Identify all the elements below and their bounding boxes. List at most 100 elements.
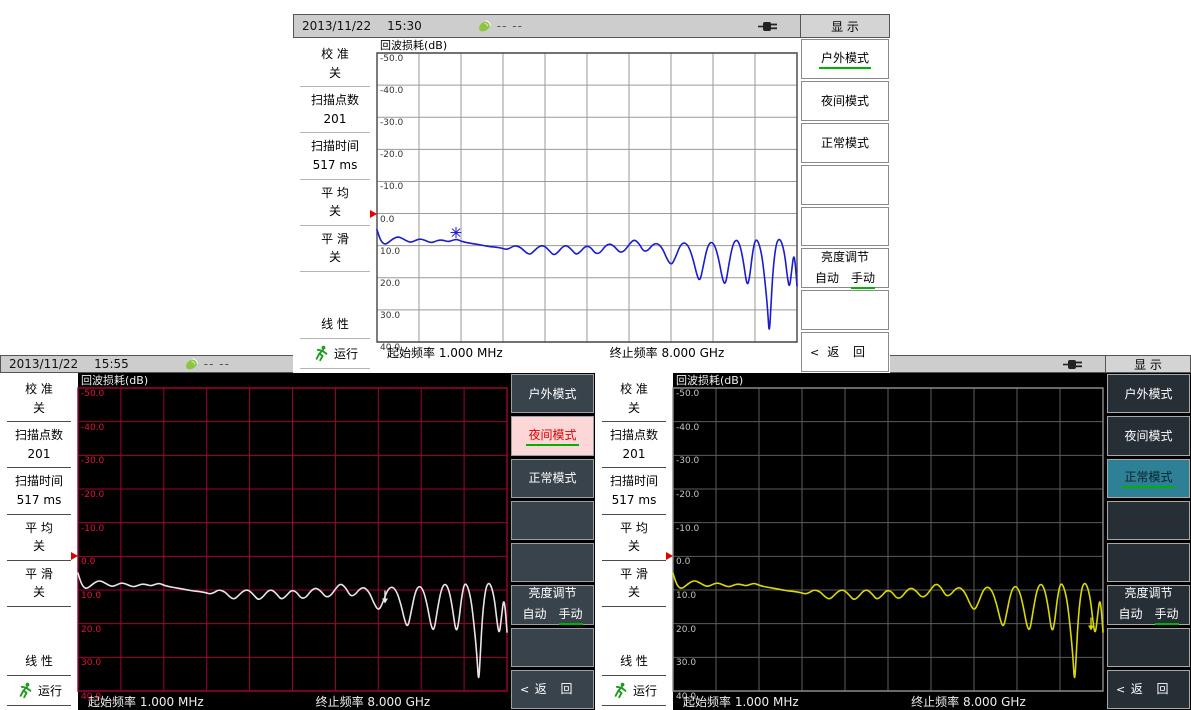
- back-button[interactable]: <返 回: [511, 670, 594, 709]
- brightness-option-manual[interactable]: 手动: [1155, 605, 1179, 625]
- status-sidebar: 校 准关扫描点数201扫描时间517 ms平 均关平 滑关线 性运行: [293, 38, 377, 373]
- brightness-option-auto[interactable]: 自动: [522, 605, 546, 625]
- chart-title: 回波损耗(dB): [673, 373, 1106, 388]
- back-button[interactable]: <返 回: [1107, 670, 1190, 709]
- sidebar-divider: [602, 705, 666, 706]
- outdoor-mode-button[interactable]: 户外模式: [1107, 374, 1190, 413]
- brightness-option-auto[interactable]: 自动: [815, 269, 839, 289]
- screenshot-collage: 2013/11/22 15:30 -- -- 显 示 校 准关扫描点数201扫描…: [0, 0, 1191, 710]
- sidebar-divider: [7, 467, 71, 468]
- chart-canvas: [377, 53, 797, 342]
- normal-mode-button[interactable]: 正常模式: [511, 459, 594, 498]
- sidebar-divider: [300, 132, 370, 133]
- back-label: 返 回: [1125, 680, 1179, 698]
- sidebar-item-sweep-points: 扫描点数201: [293, 91, 377, 128]
- sidebar-item-value: 关: [595, 399, 673, 418]
- start-frequency-label: 起始频率 1.000 MHz: [387, 344, 503, 361]
- sidebar-divider: [7, 675, 71, 676]
- sidebar-divider: [300, 271, 370, 272]
- sidebar-item-label: 扫描时间: [0, 472, 78, 491]
- brightness-option-manual[interactable]: 手动: [851, 269, 875, 289]
- outdoor-mode-button[interactable]: 户外模式: [801, 39, 889, 79]
- sidebar-item-value: 517 ms: [595, 491, 673, 510]
- sidebar-item-label: 扫描点数: [293, 91, 377, 110]
- date-label: 2013/11/22: [302, 19, 371, 33]
- sidebar-item-label: 平 滑: [0, 565, 78, 584]
- softkey-menu: 户外模式夜间模式正常模式亮度调节自动手动 <返 回: [800, 38, 890, 373]
- sidebar-divider: [7, 560, 71, 561]
- normal-mode-button[interactable]: 正常模式: [1107, 459, 1190, 498]
- back-label: 返 回: [529, 680, 583, 698]
- titlebar: 2013/11/22 15:30 -- -- 显 示: [293, 14, 890, 38]
- brightness-option-auto[interactable]: 自动: [1118, 605, 1142, 625]
- brightness-button[interactable]: 亮度调节自动手动: [801, 248, 889, 288]
- frequency-axis-row: 起始频率 1.000 MHz 终止频率 8.000 GHz: [673, 691, 1106, 710]
- softkey-blank: [801, 290, 889, 330]
- mode-button-label: 夜间模式: [819, 92, 871, 110]
- softkey-blank: [1107, 628, 1190, 667]
- analyzer-window-outdoor-mode: 2013/11/22 15:30 -- -- 显 示 校 准关扫描点数201扫描…: [293, 14, 890, 373]
- sidebar-item-value: 201: [0, 445, 78, 464]
- brightness-button[interactable]: 亮度调节自动手动: [1107, 585, 1190, 624]
- start-frequency-label: 起始频率 1.000 MHz: [683, 693, 799, 710]
- sidebar-item-smoothing: 平 滑关: [293, 230, 377, 267]
- chart-canvas: [673, 388, 1103, 691]
- brightness-option-manual[interactable]: 手动: [559, 605, 583, 625]
- night-mode-button[interactable]: 夜间模式: [511, 416, 594, 455]
- sidebar-item-label: 校 准: [595, 380, 673, 399]
- back-button[interactable]: <返 回: [801, 332, 889, 372]
- brightness-label: 亮度调节: [819, 248, 871, 266]
- chart-column: 回波损耗(dB) -50.0-40.0-30.0-20.0-10.00.010.…: [377, 38, 800, 373]
- softkey-blank: [1107, 543, 1190, 582]
- brightness-label: 亮度调节: [1122, 584, 1174, 602]
- running-man-icon: [312, 345, 329, 362]
- chart-canvas: [78, 388, 507, 691]
- running-man-icon: [16, 682, 33, 699]
- sidebar-item-calibration: 校 准关: [595, 380, 673, 417]
- sidebar-item-label: 平 滑: [595, 565, 673, 584]
- sidebar-item-value: 关: [293, 202, 377, 221]
- sidebar-item-value: 关: [293, 64, 377, 83]
- gps-satellite-icon: [184, 357, 199, 371]
- normal-mode-button[interactable]: 正常模式: [801, 123, 889, 163]
- sidebar-item-average: 平 均关: [0, 519, 78, 556]
- brightness-options: 自动手动: [815, 269, 875, 289]
- back-chevron: <: [520, 683, 529, 696]
- date-label: 2013/11/22: [9, 357, 78, 371]
- sidebar-divider: [7, 514, 71, 515]
- sidebar-item-run-status: 运行: [595, 680, 673, 701]
- stop-frequency-label: 终止频率 8.000 GHz: [316, 693, 431, 710]
- night-mode-button[interactable]: 夜间模式: [1107, 416, 1190, 455]
- sidebar-item-smoothing: 平 滑关: [0, 565, 78, 602]
- status-sidebar: 校 准关扫描点数201扫描时间517 ms平 均关平 滑关线 性运行: [595, 373, 673, 710]
- back-chevron: <: [810, 346, 819, 359]
- sidebar-item-label: 扫描点数: [0, 426, 78, 445]
- gps-status-group: -- --: [184, 357, 230, 371]
- sidebar-divider: [602, 467, 666, 468]
- sidebar-divider: [602, 675, 666, 676]
- chart-title: 回波损耗(dB): [78, 373, 510, 388]
- reference-level-marker: [71, 552, 78, 560]
- softkey-blank: [801, 165, 889, 205]
- status-sidebar: 校 准关扫描点数201扫描时间517 ms平 均关平 滑关线 性运行: [0, 373, 78, 710]
- sidebar-item-calibration: 校 准关: [0, 380, 78, 417]
- sidebar-divider: [7, 421, 71, 422]
- gps-satellite-icon: [477, 19, 492, 33]
- sidebar-item-linear: 线 性: [595, 652, 673, 671]
- time-label: 15:55: [94, 357, 129, 371]
- softkey-blank: [801, 207, 889, 247]
- brightness-button[interactable]: 亮度调节自动手动: [511, 585, 594, 624]
- sidebar-item-value: 关: [0, 399, 78, 418]
- night-mode-button[interactable]: 夜间模式: [801, 81, 889, 121]
- sidebar-divider: [300, 225, 370, 226]
- sidebar-item-sweep-points: 扫描点数201: [0, 426, 78, 463]
- sidebar-spacer: [293, 276, 377, 315]
- outdoor-mode-button[interactable]: 户外模式: [511, 374, 594, 413]
- sidebar-item-smoothing: 平 滑关: [595, 565, 673, 602]
- window-body: 校 准关扫描点数201扫描时间517 ms平 均关平 滑关线 性运行 回波损耗(…: [595, 373, 1191, 710]
- frequency-axis-row: 起始频率 1.000 MHz 终止频率 8.000 GHz: [78, 691, 510, 710]
- reference-level-marker: [370, 210, 377, 218]
- sidebar-item-value: 517 ms: [0, 491, 78, 510]
- sidebar-item-run-status: 运行: [293, 343, 377, 364]
- chart-column: 回波损耗(dB) -50.0-40.0-30.0-20.0-10.00.010.…: [673, 373, 1106, 710]
